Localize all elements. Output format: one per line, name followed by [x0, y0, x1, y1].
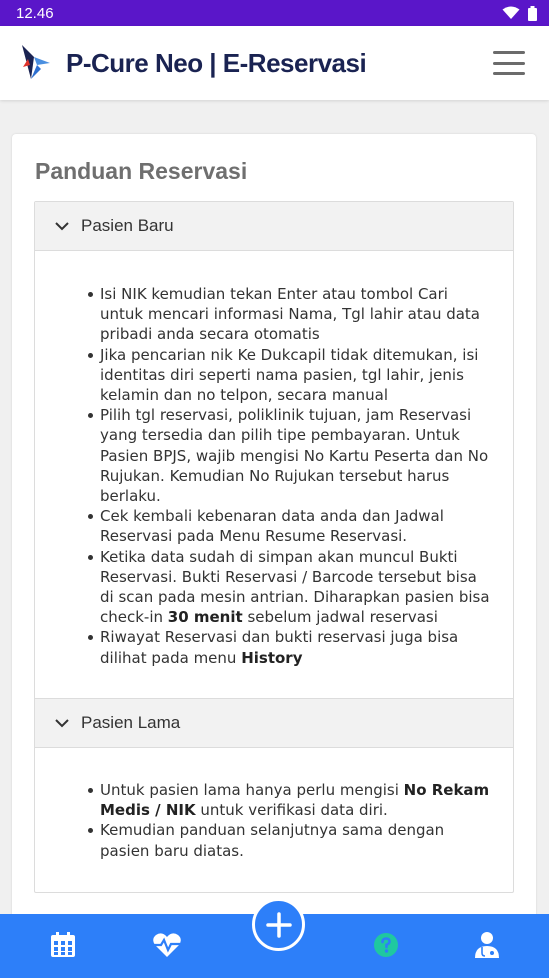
- app-bar: P-Cure Neo | E-Reservasi: [0, 26, 549, 100]
- nav-health[interactable]: [152, 930, 182, 960]
- accordion-body-pasien-lama: Untuk pasien lama hanya perlu mengisi No…: [35, 780, 513, 861]
- calendar-icon: [51, 932, 75, 957]
- accordion-header-pasien-lama[interactable]: Pasien Lama: [35, 699, 513, 748]
- list-item: Ketika data sudah di simpan akan muncul …: [88, 547, 493, 628]
- hamburger-menu-button[interactable]: [493, 51, 525, 75]
- nav-doctor[interactable]: [472, 930, 502, 960]
- accordion-body-pasien-baru: Isi NIK kemudian tekan Enter atau tombol…: [35, 284, 513, 668]
- accordion-header-pasien-baru[interactable]: Pasien Baru: [35, 202, 513, 251]
- list-item: Cek kembali kebenaran data anda dan Jadw…: [88, 506, 493, 546]
- list-item: Riwayat Reservasi dan bukti reservasi ju…: [88, 627, 493, 667]
- list-item: Kemudian panduan selanjutnya sama dengan…: [88, 820, 493, 860]
- plus-circle-icon: [265, 911, 292, 938]
- card-title: Panduan Reservasi: [35, 158, 248, 184]
- instruction-list: Untuk pasien lama hanya perlu mengisi No…: [35, 780, 513, 861]
- doctor-icon: [475, 932, 499, 958]
- guide-accordion: Pasien Baru Isi NIK kemudian tekan Enter…: [34, 201, 514, 893]
- app-title: P-Cure Neo | E-Reservasi: [66, 47, 367, 78]
- accordion-title: Pasien Lama: [81, 713, 181, 732]
- question-circle-icon: [374, 933, 398, 957]
- status-bar: 12.46: [0, 0, 549, 26]
- list-item: Isi NIK kemudian tekan Enter atau tombol…: [88, 284, 493, 345]
- list-item: Untuk pasien lama hanya perlu mengisi No…: [88, 780, 493, 820]
- instruction-list: Isi NIK kemudian tekan Enter atau tombol…: [35, 284, 513, 668]
- app-logo: [22, 45, 50, 79]
- guide-card: Panduan Reservasi Pasien Baru Isi NIK ke…: [12, 134, 536, 924]
- status-time: 12.46: [16, 4, 54, 22]
- menu-line: [493, 72, 525, 75]
- battery-icon: [528, 5, 537, 21]
- status-icons: [502, 5, 537, 21]
- accordion-title: Pasien Baru: [81, 216, 174, 235]
- list-item: Jika pencarian nik Ke Dukcapil tidak dit…: [88, 345, 493, 406]
- heartbeat-icon: [153, 933, 181, 957]
- nav-calendar[interactable]: [48, 930, 78, 960]
- list-item: Pilih tgl reservasi, poliklinik tujuan, …: [88, 405, 493, 506]
- wifi-icon: [502, 6, 520, 19]
- chevron-down-icon: [55, 222, 69, 231]
- add-reservation-button[interactable]: [252, 898, 305, 951]
- chevron-down-icon: [55, 719, 69, 728]
- menu-line: [493, 51, 525, 54]
- menu-line: [493, 61, 525, 65]
- nav-help[interactable]: [371, 930, 401, 960]
